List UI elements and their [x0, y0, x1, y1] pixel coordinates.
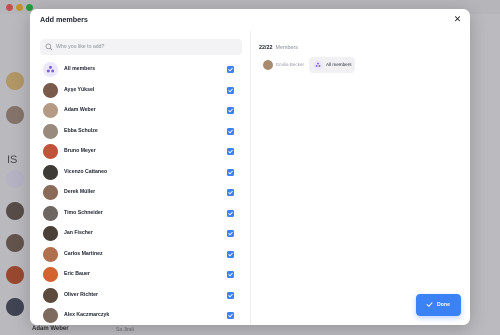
chip-label: All members [326, 62, 352, 67]
checkbox-checked[interactable] [227, 107, 234, 114]
done-button[interactable]: Done [416, 294, 461, 316]
checkbox-checked[interactable] [227, 271, 234, 278]
member-row[interactable]: Bruno Meyer [30, 142, 250, 162]
checkbox-checked[interactable] [227, 230, 234, 237]
avatar [43, 308, 58, 323]
member-name: Ayşe Yüksel [64, 86, 95, 93]
checkbox-checked[interactable] [227, 189, 234, 196]
group-icon [43, 62, 58, 77]
selected-chip[interactable]: Emilia Becker [259, 57, 305, 73]
member-name: Eric Bauer [64, 271, 90, 277]
checkbox-checked[interactable] [227, 312, 234, 319]
checkbox-checked[interactable] [227, 291, 234, 299]
member-row[interactable]: Eric Bauer [30, 265, 250, 285]
member-name: Vicenzo Cattaneo [64, 168, 108, 175]
chip-avatar [263, 60, 273, 70]
selected-chip[interactable]: All members [309, 57, 355, 73]
dialog-title: Add members [40, 15, 88, 24]
check-icon [426, 302, 433, 307]
member-name: All members [64, 66, 96, 72]
avatar [43, 164, 58, 180]
avatar [43, 144, 58, 159]
avatar [43, 185, 58, 200]
member-name: Alex Kaczmarczyk [64, 312, 110, 318]
checkbox-checked[interactable] [227, 66, 234, 73]
close-icon[interactable]: ✕ [452, 14, 463, 25]
checkbox-checked[interactable] [227, 209, 234, 217]
member-name: Ebba Schulze [64, 127, 98, 134]
add-members-dialog: Add members ✕ All members Ayşe Yüksel Adam… [30, 9, 470, 325]
avatar [43, 205, 58, 221]
group-icon [313, 60, 323, 70]
search-icon [45, 43, 53, 51]
member-picker: All members Ayşe Yüksel Adam Weber Ebba Sch… [30, 31, 250, 325]
selected-panel: 22/22 Members Emilia Becker All members [251, 31, 470, 325]
member-name: Carlos Martinez [64, 250, 103, 257]
avatar [43, 267, 58, 282]
avatar [43, 226, 58, 241]
member-count: 22/22 Members [259, 45, 298, 51]
member-row[interactable]: Timo Schneider [30, 204, 250, 224]
checkbox-checked[interactable] [227, 168, 234, 176]
member-row[interactable]: Adam Weber [30, 101, 250, 121]
dialog-header: Add members ✕ [30, 9, 470, 31]
done-label: Done [437, 302, 450, 308]
member-row[interactable]: Alex Kaczmarczyk [30, 306, 250, 325]
checkbox-checked[interactable] [227, 250, 234, 258]
member-row[interactable]: All members [30, 60, 250, 80]
avatar [43, 82, 58, 98]
avatar [43, 246, 58, 262]
avatar [43, 103, 58, 118]
search-box[interactable] [40, 39, 242, 55]
member-name: Adam Weber [64, 107, 96, 113]
member-row[interactable]: Vicenzo Cattaneo [30, 163, 250, 183]
checkbox-checked[interactable] [227, 148, 234, 155]
member-name: Derek Müller [64, 189, 96, 195]
member-name: Oliver Richter [64, 291, 99, 298]
member-count-label: Members [275, 45, 298, 51]
member-row[interactable]: Oliver Richter [30, 286, 250, 306]
member-count-value: 22/22 [259, 45, 273, 51]
member-row[interactable]: Ayşe Yüksel [30, 81, 250, 101]
member-row[interactable]: Derek Müller [30, 183, 250, 203]
member-row[interactable]: Carlos Martinez [30, 245, 250, 265]
member-name: Bruno Meyer [64, 148, 96, 154]
member-name: Timo Schneider [64, 209, 103, 216]
member-row[interactable]: Jan Fischer [30, 224, 250, 244]
member-name: Jan Fischer [64, 230, 93, 236]
checkbox-checked[interactable] [227, 86, 234, 94]
member-row[interactable]: Ebba Schulze [30, 122, 250, 142]
checkbox-checked[interactable] [227, 127, 234, 135]
search-input[interactable] [56, 39, 236, 55]
chip-label: Emilia Becker [276, 62, 305, 67]
avatar [43, 287, 58, 303]
avatar [43, 123, 58, 139]
